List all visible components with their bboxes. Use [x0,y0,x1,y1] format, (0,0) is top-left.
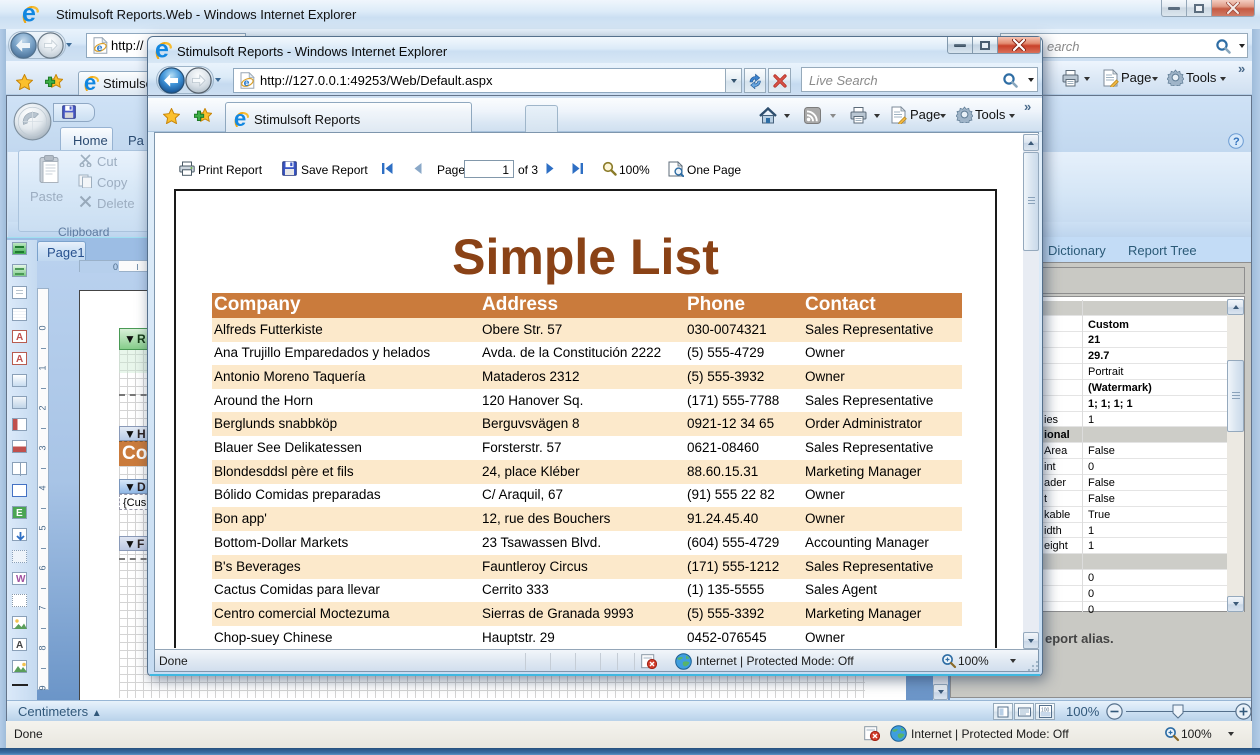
svg-text:e: e [22,6,36,23]
svg-text:e: e [97,42,103,54]
svg-text:100: 100 [1041,708,1050,714]
svg-text:?: ? [1233,136,1240,148]
svg-text:e: e [234,112,246,127]
svg-text:e: e [84,76,96,91]
svg-text:e: e [155,42,169,59]
svg-text:e: e [244,77,250,89]
